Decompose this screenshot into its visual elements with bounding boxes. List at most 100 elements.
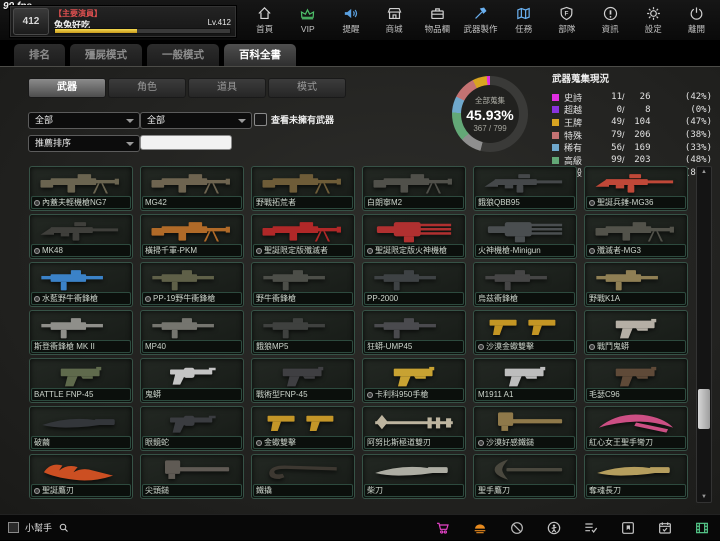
weapon-silhouette-icon bbox=[589, 169, 683, 196]
weapon-name-bar: 白朗寧M2 bbox=[364, 196, 464, 209]
weapon-name-bar: MP40 bbox=[142, 340, 242, 353]
weapon-card[interactable]: 沙漠好感鐵鎚 bbox=[473, 406, 577, 451]
nav-item-hammer[interactable]: 武器製作 bbox=[459, 0, 502, 40]
mode-tab[interactable]: 殭屍模式 bbox=[70, 44, 142, 66]
weapon-card[interactable]: 尖頭鎚 bbox=[140, 454, 244, 499]
nav-item-info[interactable]: 資訊 bbox=[589, 0, 632, 40]
weapon-card[interactable]: 野牛衝鋒槍 bbox=[251, 262, 355, 307]
footer-icon-person[interactable] bbox=[546, 520, 562, 536]
weapon-card[interactable]: 戰術型FNP-45 bbox=[251, 358, 355, 403]
medal-icon bbox=[34, 200, 40, 206]
weapon-card[interactable]: 白朗寧M2 bbox=[362, 166, 466, 211]
weapon-card[interactable]: 聖誕兵錘-MG36 bbox=[584, 166, 688, 211]
weapon-card[interactable]: 破繭 bbox=[29, 406, 133, 451]
weapon-image bbox=[142, 215, 242, 246]
weapon-card[interactable]: 聖手鷹刀 bbox=[473, 454, 577, 499]
unowned-checkbox[interactable] bbox=[254, 113, 267, 126]
search-input[interactable] bbox=[140, 135, 232, 150]
weapon-card[interactable]: 卡利科950手槍 bbox=[362, 358, 466, 403]
scrollbar-thumb[interactable] bbox=[698, 389, 710, 429]
scrollbar-down-arrow[interactable]: ▼ bbox=[697, 492, 711, 502]
weapon-card[interactable]: MP40 bbox=[140, 310, 244, 355]
weapon-card[interactable]: 內蓋夫輕機槍NG7 bbox=[29, 166, 133, 211]
weapon-card[interactable]: 橫掃千軍-PKM bbox=[140, 214, 244, 259]
weapon-card[interactable]: 毛瑟C96 bbox=[584, 358, 688, 403]
mode-tab[interactable]: 排名 bbox=[14, 44, 65, 66]
footer-icon-bookmark[interactable] bbox=[620, 520, 636, 536]
nav-item-crown[interactable]: VIP bbox=[286, 0, 329, 40]
category-subtab[interactable]: 道具 bbox=[188, 78, 266, 98]
category-subtabs: 武器 角色 道具 模式 bbox=[28, 78, 346, 98]
weapon-card[interactable]: 野戰K1A bbox=[584, 262, 688, 307]
filter-dropdown-2[interactable]: 全部 bbox=[140, 112, 252, 129]
filter-dropdown-1[interactable]: 全部 bbox=[28, 112, 140, 129]
helper-button[interactable]: 小幫手 bbox=[8, 515, 70, 540]
nav-item-shield[interactable]: 部隊 bbox=[545, 0, 588, 40]
weapon-card[interactable]: MK48 bbox=[29, 214, 133, 259]
mode-tab[interactable]: 百科全書 bbox=[224, 44, 296, 66]
nav-item-case[interactable]: 物品欄 bbox=[416, 0, 459, 40]
footer-icon-list[interactable] bbox=[583, 520, 599, 536]
nav-item-speaker[interactable]: 提醒 bbox=[329, 0, 372, 40]
weapon-image bbox=[253, 263, 353, 294]
footer-icon-block[interactable] bbox=[509, 520, 525, 536]
mode-tab[interactable]: 一般模式 bbox=[147, 44, 219, 66]
medal-icon bbox=[34, 296, 40, 302]
weapon-silhouette-icon bbox=[589, 409, 683, 436]
nav-item-power[interactable]: 離開 bbox=[675, 0, 718, 40]
nav-item-home[interactable]: 首頁 bbox=[243, 0, 286, 40]
weapon-card[interactable]: 金蠍雙擊 bbox=[251, 406, 355, 451]
weapon-silhouette-icon bbox=[589, 313, 683, 340]
weapon-card[interactable]: 餓狼QBB95 bbox=[473, 166, 577, 211]
weapon-name-bar: 殲滅者-MG3 bbox=[586, 244, 686, 257]
weapon-card[interactable]: 柴刀 bbox=[362, 454, 466, 499]
medal-icon bbox=[34, 488, 40, 494]
weapon-card[interactable]: M1911 A1 bbox=[473, 358, 577, 403]
nav-item-flag[interactable]: 任務 bbox=[502, 0, 545, 40]
weapon-card[interactable]: 眼鏡蛇 bbox=[140, 406, 244, 451]
legend-swatch bbox=[552, 144, 559, 151]
weapon-card[interactable]: 野戰拓荒者 bbox=[251, 166, 355, 211]
weapon-card[interactable]: 鬼蟒 bbox=[140, 358, 244, 403]
weapon-card[interactable]: 戰鬥鬼蟒 bbox=[584, 310, 688, 355]
footer-icon-sunset[interactable] bbox=[472, 520, 488, 536]
search-icon bbox=[58, 522, 70, 534]
weapon-card[interactable]: 斯登衝鋒槍 MK II bbox=[29, 310, 133, 355]
weapon-card[interactable]: MG42 bbox=[140, 166, 244, 211]
footer-icon-calendar[interactable] bbox=[657, 520, 673, 536]
legend-owned-count: 11 bbox=[600, 92, 622, 102]
legend-row: 特殊 79 / 206 (38%) bbox=[552, 129, 712, 142]
weapon-card[interactable]: BATTLE FNP-45 bbox=[29, 358, 133, 403]
weapon-card[interactable]: 水藍野牛衝鋒槍 bbox=[29, 262, 133, 307]
weapon-card[interactable]: 聖誕限定版火神機槍 bbox=[362, 214, 466, 259]
weapon-card[interactable]: 阿努比斯極道雙刃 bbox=[362, 406, 466, 451]
weapon-card[interactable]: PP-2000 bbox=[362, 262, 466, 307]
scrollbar-up-arrow[interactable]: ▲ bbox=[697, 167, 711, 177]
footer-icon-film[interactable] bbox=[694, 520, 710, 536]
weapon-card[interactable]: 聖誕鷹刃 bbox=[29, 454, 133, 499]
legend-total-count: 104 bbox=[625, 117, 651, 127]
weapon-name-bar: 聖誕限定版殲滅者 bbox=[253, 244, 353, 257]
footer-icon-cart[interactable] bbox=[435, 520, 451, 536]
weapon-name-bar: BATTLE FNP-45 bbox=[31, 388, 131, 401]
sort-dropdown[interactable]: 推薦排序 bbox=[28, 135, 140, 152]
weapon-card[interactable]: PP-19野牛衝鋒槍 bbox=[140, 262, 244, 307]
grid-scrollbar[interactable]: ▲ ▼ bbox=[696, 166, 712, 503]
weapon-card[interactable]: 火神機槍-Minigun bbox=[473, 214, 577, 259]
nav-item-gear[interactable]: 設定 bbox=[632, 0, 675, 40]
category-subtab[interactable]: 角色 bbox=[108, 78, 186, 98]
category-subtab[interactable]: 模式 bbox=[268, 78, 346, 98]
weapon-name-bar: 餓狼QBB95 bbox=[475, 196, 575, 209]
weapon-card[interactable]: 殲滅者-MG3 bbox=[584, 214, 688, 259]
weapon-card[interactable]: 沙漠金蠍雙擊 bbox=[473, 310, 577, 355]
weapon-card[interactable]: 紅心女王聖手彎刀 bbox=[584, 406, 688, 451]
category-subtab[interactable]: 武器 bbox=[28, 78, 106, 98]
weapon-card[interactable]: 奪魂長刀 bbox=[584, 454, 688, 499]
weapon-card[interactable]: 餓狼MP5 bbox=[251, 310, 355, 355]
weapon-card[interactable]: 聖誕限定版殲滅者 bbox=[251, 214, 355, 259]
weapon-card[interactable]: 烏茲衝鋒槍 bbox=[473, 262, 577, 307]
weapon-card[interactable]: 狂蟒-UMP45 bbox=[362, 310, 466, 355]
weapon-card[interactable]: 鐵撬 bbox=[251, 454, 355, 499]
nav-item-store[interactable]: 商城 bbox=[373, 0, 416, 40]
legend-rarity-name: 王牌 bbox=[564, 116, 600, 129]
